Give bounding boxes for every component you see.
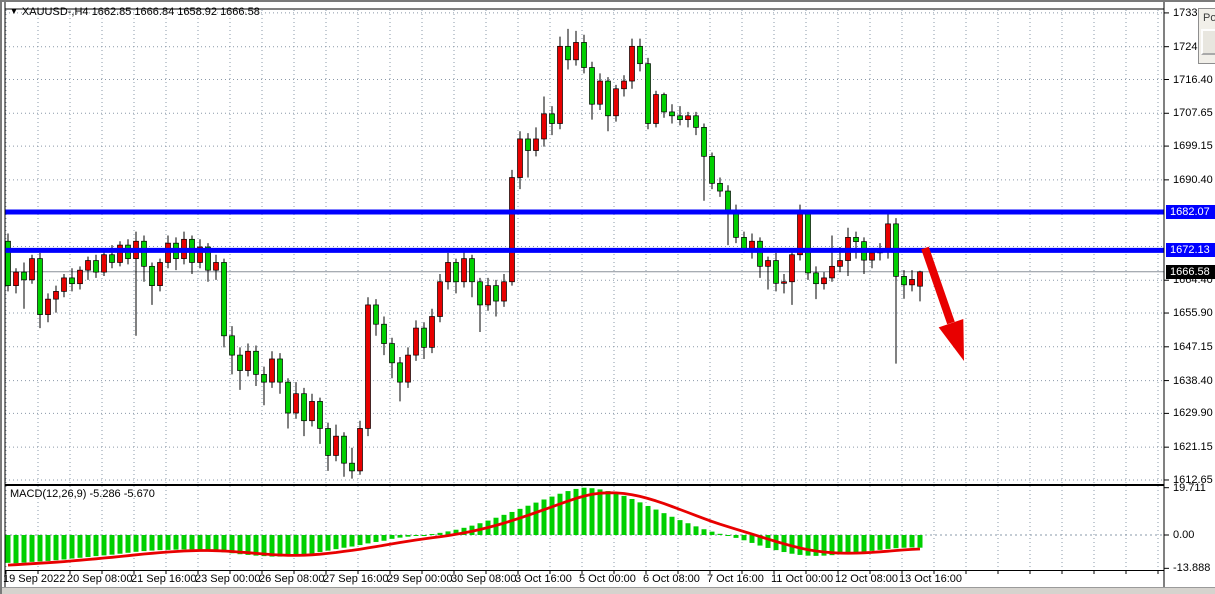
time-axis-label: 3 Oct 16:00 <box>515 573 572 585</box>
price-axis-label: 1655.90 <box>1173 307 1213 319</box>
macd-label: MACD(12,26,9) <box>10 488 86 500</box>
chart-window: ▼ XAUUSD-,H4 1662.85 1666.84 1658.92 1666… <box>0 0 1215 594</box>
price-axis-label: 1647.15 <box>1173 341 1213 353</box>
popup-text: Po <box>1203 12 1215 24</box>
time-axis-label: 27 Sep 16:00 <box>323 573 388 585</box>
popup-panel: Po <box>1198 8 1215 64</box>
time-axis-label: 11 Oct 00:00 <box>771 573 833 585</box>
level-price-tag: 1682.07 <box>1166 205 1215 219</box>
chart-title: ▼ XAUUSD-,H4 1662.85 1666.84 1658.92 1666… <box>10 6 260 18</box>
chart-dropdown-icon[interactable]: ▼ <box>10 7 18 16</box>
chart-symbol-timeframe: XAUUSD-,H4 <box>22 6 89 18</box>
macd-axis-label: 19.711 <box>1173 482 1206 494</box>
macd-axis-label: 0.00 <box>1173 529 1194 541</box>
window-bottom-strip <box>2 587 1215 594</box>
chart-ohlc-values: 1662.85 1666.84 1658.92 1666.58 <box>92 6 260 18</box>
time-axis-label: 20 Sep 08:00 <box>67 573 132 585</box>
time-axis-label: 21 Sep 16:00 <box>131 573 196 585</box>
time-axis-label: 23 Sep 00:00 <box>195 573 260 585</box>
price-axis-label: 1638.40 <box>1173 375 1213 387</box>
macd-values: -5.286 -5.670 <box>89 488 154 500</box>
popup-button[interactable] <box>1201 29 1215 55</box>
time-axis-label: 26 Sep 08:00 <box>259 573 324 585</box>
price-axis-label: 1629.90 <box>1173 407 1213 419</box>
price-axis-label: 1699.15 <box>1173 140 1213 152</box>
level-price-tag: 1672.13 <box>1166 243 1215 257</box>
time-axis-label: 12 Oct 08:00 <box>835 573 898 585</box>
time-axis-label: 5 Oct 00:00 <box>579 573 636 585</box>
time-axis-label: 6 Oct 08:00 <box>643 573 700 585</box>
price-axis-label: 1716.40 <box>1173 74 1213 86</box>
macd-indicator-caption: MACD(12,26,9) -5.286 -5.670 <box>10 488 155 500</box>
candlestick-chart-canvas[interactable] <box>2 2 1215 594</box>
time-axis-label: 7 Oct 16:00 <box>707 573 764 585</box>
price-axis-label: 1707.65 <box>1173 107 1213 119</box>
macd-axis-label: -13.888 <box>1173 562 1210 574</box>
current-price-tag: 1666.58 <box>1166 265 1215 279</box>
time-axis-label: 29 Sep 00:00 <box>387 573 452 585</box>
time-axis-label: 30 Sep 08:00 <box>451 573 516 585</box>
time-axis-label: 19 Sep 2022 <box>3 573 65 585</box>
price-axis-label: 1621.15 <box>1173 441 1213 453</box>
time-axis-label: 13 Oct 16:00 <box>899 573 962 585</box>
price-axis-label: 1690.40 <box>1173 174 1213 186</box>
